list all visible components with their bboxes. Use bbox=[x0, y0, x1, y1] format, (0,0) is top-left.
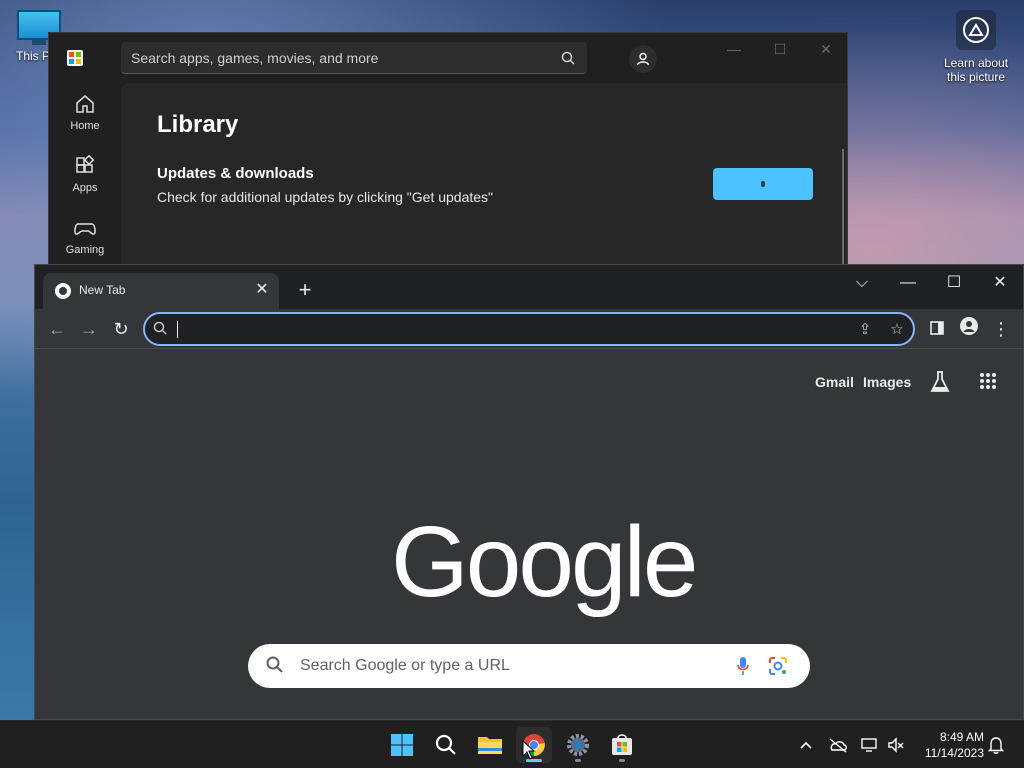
share-icon[interactable]: ⇪ bbox=[855, 320, 875, 340]
tab-close-icon[interactable]: ✕ bbox=[253, 281, 271, 299]
minimize-button[interactable]: — bbox=[893, 271, 923, 295]
microsoft-store-window: Search apps, games, movies, and more — ☐… bbox=[48, 32, 848, 272]
settings-icon bbox=[567, 734, 589, 756]
file-explorer-button[interactable] bbox=[472, 727, 508, 763]
gaming-icon bbox=[74, 223, 96, 235]
tab-title: New Tab bbox=[79, 283, 126, 297]
account-icon[interactable] bbox=[629, 45, 657, 73]
google-logo: Google bbox=[391, 506, 698, 618]
apps-icon bbox=[76, 154, 95, 173]
settings-taskbar-button[interactable] bbox=[560, 727, 596, 763]
tab-strip: New Tab ✕ + ⌵ — ☐ ✕ bbox=[35, 265, 1023, 309]
onedrive-offline-icon[interactable] bbox=[828, 735, 848, 755]
back-button[interactable]: ← bbox=[45, 317, 69, 341]
minimize-button[interactable]: — bbox=[719, 41, 749, 61]
search-icon bbox=[153, 321, 167, 340]
updates-description: Check for additional updates by clicking… bbox=[157, 189, 494, 205]
taskbar: 8:49 AM 11/14/2023 bbox=[0, 720, 1024, 768]
address-bar[interactable]: ⇪ ☆ bbox=[143, 312, 915, 346]
start-button[interactable] bbox=[384, 727, 420, 763]
chrome-toolbar: ← → ↻ ⇪ ☆ ⋮ bbox=[35, 309, 1023, 349]
store-search-input[interactable]: Search apps, games, movies, and more bbox=[121, 42, 587, 74]
labs-flask-icon[interactable] bbox=[929, 370, 951, 399]
forward-button[interactable]: → bbox=[77, 317, 101, 341]
menu-kebab-icon[interactable]: ⋮ bbox=[989, 317, 1013, 341]
google-search-placeholder: Search Google or type a URL bbox=[300, 657, 510, 674]
updates-heading: Updates & downloads bbox=[157, 165, 314, 182]
volume-muted-icon[interactable] bbox=[886, 735, 906, 755]
clock-date: 11/14/2023 bbox=[924, 746, 984, 760]
running-indicator bbox=[619, 759, 625, 762]
gmail-link[interactable]: Gmail bbox=[815, 374, 854, 390]
store-sidebar: Home Apps Gaming bbox=[49, 83, 121, 271]
file-explorer-icon bbox=[478, 737, 502, 754]
images-link[interactable]: Images bbox=[863, 374, 911, 390]
close-button[interactable]: ✕ bbox=[985, 271, 1015, 295]
learn-about-picture[interactable]: Learn about this picture bbox=[936, 10, 1016, 84]
reload-button[interactable]: ↻ bbox=[109, 317, 133, 341]
nav-gaming[interactable]: Gaming bbox=[49, 217, 121, 256]
notification-bell-icon[interactable] bbox=[986, 735, 1006, 755]
store-titlebar: Search apps, games, movies, and more — ☐… bbox=[49, 33, 847, 83]
taskbar-search-button[interactable] bbox=[428, 727, 464, 763]
store-icon bbox=[612, 734, 632, 755]
new-tab-page: Gmail Images Google Search Google or typ… bbox=[35, 350, 1023, 719]
bookmark-star-icon[interactable]: ☆ bbox=[887, 320, 907, 340]
maximize-button[interactable]: ☐ bbox=[765, 41, 795, 61]
page-title: Library bbox=[157, 111, 239, 138]
chrome-favicon-icon bbox=[55, 283, 71, 299]
loading-spinner-icon bbox=[761, 181, 765, 187]
search-icon bbox=[435, 734, 456, 755]
tab-search-button[interactable]: ⌵ bbox=[847, 271, 877, 295]
running-indicator bbox=[575, 759, 581, 762]
scrollbar[interactable] bbox=[842, 149, 844, 271]
google-lens-icon[interactable] bbox=[768, 656, 788, 681]
nav-home[interactable]: Home bbox=[49, 93, 121, 132]
windows-start-icon bbox=[391, 734, 413, 756]
nav-apps[interactable]: Apps bbox=[49, 154, 121, 194]
chrome-window: New Tab ✕ + ⌵ — ☐ ✕ ← → ↻ ⇪ ☆ ⋮ Gmail Im bbox=[34, 264, 1024, 720]
network-icon[interactable] bbox=[860, 735, 880, 755]
learn-about-picture-label: Learn about this picture bbox=[943, 56, 1009, 84]
maximize-button[interactable]: ☐ bbox=[939, 271, 969, 295]
library-page: Library Updates & downloads Check for ad… bbox=[121, 83, 847, 271]
nav-home-label: Home bbox=[70, 120, 100, 132]
apps-grid-icon[interactable] bbox=[979, 372, 997, 395]
side-panel-icon[interactable] bbox=[925, 317, 949, 341]
nav-gaming-label: Gaming bbox=[65, 244, 105, 256]
text-caret bbox=[177, 321, 178, 338]
tab-new-tab[interactable]: New Tab ✕ bbox=[43, 273, 279, 309]
close-button[interactable]: ✕ bbox=[811, 41, 841, 61]
profile-avatar-icon[interactable] bbox=[957, 317, 981, 341]
store-taskbar-button[interactable] bbox=[604, 727, 640, 763]
get-updates-button[interactable] bbox=[713, 168, 813, 200]
new-tab-button[interactable]: + bbox=[293, 279, 317, 303]
search-icon[interactable] bbox=[561, 51, 575, 68]
monitor-stand bbox=[32, 40, 46, 45]
nav-apps-label: Apps bbox=[72, 182, 98, 194]
google-search-box[interactable]: Search Google or type a URL bbox=[248, 644, 810, 688]
home-icon bbox=[76, 95, 94, 113]
search-icon bbox=[266, 656, 284, 679]
mouse-pointer-icon bbox=[522, 739, 536, 765]
camera-info-icon bbox=[956, 10, 996, 50]
voice-search-mic-icon[interactable] bbox=[736, 656, 750, 681]
store-logo-icon bbox=[67, 50, 83, 66]
clock[interactable]: 8:49 AM 11/14/2023 bbox=[912, 729, 984, 761]
show-hidden-icons-chevron-icon[interactable] bbox=[796, 735, 816, 755]
clock-time: 8:49 AM bbox=[939, 730, 984, 744]
store-search-placeholder: Search apps, games, movies, and more bbox=[131, 50, 379, 66]
